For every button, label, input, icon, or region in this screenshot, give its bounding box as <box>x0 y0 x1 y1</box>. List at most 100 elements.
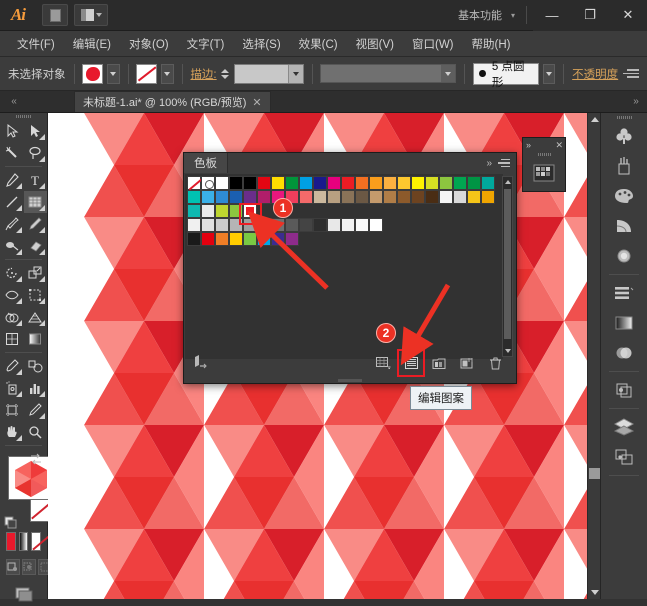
swatch-cell[interactable] <box>257 232 271 246</box>
swatches-scrollbar[interactable] <box>502 176 513 357</box>
type-tool[interactable]: T <box>24 169 48 191</box>
menu-view[interactable]: 视图(V) <box>347 32 403 56</box>
pencil-tool[interactable] <box>24 213 48 235</box>
stroke-weight-combo[interactable] <box>234 64 303 84</box>
swatch-cell[interactable] <box>397 176 411 190</box>
free-transform-tool[interactable] <box>24 284 48 306</box>
gradient-swatch-button[interactable] <box>19 532 29 551</box>
variable-width-profile-combo[interactable] <box>320 64 456 83</box>
show-swatch-kinds-menu-button[interactable] <box>374 354 392 372</box>
stroke-color-button[interactable] <box>136 64 157 84</box>
default-fill-stroke-icon[interactable] <box>4 516 18 530</box>
collapsed-panel-body[interactable] <box>523 157 565 189</box>
fill-dropdown-button[interactable] <box>107 64 119 84</box>
swatch-cell[interactable] <box>411 190 425 204</box>
direct-selection-tool[interactable] <box>24 120 48 142</box>
swatch-cell[interactable] <box>439 190 453 204</box>
swatch-cell[interactable] <box>201 176 215 190</box>
collapse-to-icons-icon[interactable]: » <box>486 158 490 169</box>
close-icon[interactable]: ✕ <box>252 96 261 109</box>
swatch-cell[interactable] <box>453 190 467 204</box>
swatch-cell[interactable] <box>215 190 229 204</box>
brush-definition-combo[interactable]: 5 点圆形 <box>473 63 539 85</box>
swatch-cell[interactable] <box>243 176 257 190</box>
stroke-weight-label[interactable]: 描边: <box>190 66 216 82</box>
swatch-cell[interactable] <box>313 176 327 190</box>
pen-tool[interactable] <box>0 169 24 191</box>
eyedropper-tool[interactable] <box>0 355 24 377</box>
panel-menu-icon[interactable] <box>496 159 510 168</box>
canvas-vertical-scrollbar[interactable] <box>587 113 600 599</box>
menu-type[interactable]: 文字(T) <box>178 32 234 56</box>
collapse-left-icon[interactable]: « <box>0 91 26 112</box>
panel-menu-icon[interactable] <box>622 69 639 78</box>
swatch-cell[interactable] <box>327 218 341 232</box>
swatch-cell[interactable] <box>397 190 411 204</box>
column-graph-tool[interactable] <box>24 377 48 399</box>
swatch-cell[interactable] <box>215 204 229 218</box>
dock-item-color-guide[interactable] <box>601 211 647 241</box>
right-dock-grip[interactable] <box>601 113 647 121</box>
delete-swatch-button[interactable] <box>486 354 504 372</box>
swatch-cell[interactable] <box>229 176 243 190</box>
color-swatch-button[interactable] <box>6 532 16 551</box>
swatch-cell[interactable] <box>243 232 257 246</box>
menu-window[interactable]: 窗口(W) <box>403 32 463 56</box>
swatch-cell[interactable] <box>285 218 299 232</box>
swatch-cell[interactable] <box>369 176 383 190</box>
swatch-cell[interactable] <box>467 190 481 204</box>
draw-behind-button[interactable] <box>22 559 36 575</box>
swatch-cell[interactable] <box>215 176 229 190</box>
stroke-dropdown-button[interactable] <box>161 64 173 84</box>
profile-dropdown[interactable] <box>441 65 455 82</box>
selection-tool[interactable] <box>0 120 24 142</box>
swatch-cell[interactable] <box>187 176 201 190</box>
swatch-cell[interactable] <box>355 218 369 232</box>
document-icon-button[interactable] <box>42 4 68 26</box>
dock-item-brushes[interactable] <box>601 121 647 151</box>
swatch-cell[interactable] <box>327 176 341 190</box>
menu-object[interactable]: 对象(O) <box>120 32 178 56</box>
swatch-cell[interactable] <box>341 218 355 232</box>
document-tab[interactable]: 未标题-1.ai* @ 100% (RGB/预览) ✕ <box>74 91 271 112</box>
workspace-chevron-icon[interactable]: ▾ <box>506 11 520 20</box>
swatch-cell[interactable] <box>201 190 215 204</box>
magic-wand-tool[interactable] <box>0 142 24 164</box>
symbol-sprayer-tool[interactable] <box>0 377 24 399</box>
eraser-tool[interactable] <box>24 235 48 257</box>
workspace-switcher-label[interactable]: 基本功能 <box>458 7 506 23</box>
panel-resize-grip[interactable] <box>339 379 362 382</box>
dock-item-transparency[interactable] <box>601 338 647 368</box>
paintbrush-tool[interactable] <box>0 213 24 235</box>
gradient-tool[interactable] <box>24 328 48 350</box>
lasso-tool[interactable] <box>24 142 48 164</box>
scroll-down-icon[interactable] <box>591 590 599 595</box>
swatch-cell[interactable] <box>425 190 439 204</box>
scroll-up-icon[interactable] <box>505 180 511 184</box>
swatch-cell[interactable] <box>481 190 495 204</box>
zoom-tool[interactable] <box>24 421 48 443</box>
dock-item-artboards[interactable] <box>601 442 647 472</box>
dock-item-color[interactable] <box>601 181 647 211</box>
swatch-cell[interactable] <box>215 218 229 232</box>
draw-normal-button[interactable] <box>6 559 20 575</box>
collapsed-swatches-panel[interactable]: » ✕ <box>522 137 566 192</box>
toolbox-grip[interactable] <box>0 113 47 120</box>
swatch-cell[interactable] <box>187 204 201 218</box>
swatch-cell[interactable] <box>299 218 313 232</box>
swatch-cell[interactable] <box>313 190 327 204</box>
close-icon[interactable]: ✕ <box>555 140 562 151</box>
swatch-cell[interactable] <box>201 204 215 218</box>
swatch-cell[interactable] <box>215 232 229 246</box>
swatch-cell[interactable] <box>201 218 215 232</box>
rotate-tool[interactable] <box>0 262 24 284</box>
swatch-cell[interactable] <box>411 176 425 190</box>
swatch-cell[interactable] <box>383 176 397 190</box>
swatch-cell[interactable] <box>257 190 271 204</box>
brush-dropdown-button[interactable] <box>543 64 555 84</box>
dock-item-pathfinder[interactable] <box>601 375 647 405</box>
swatch-cell[interactable] <box>453 176 467 190</box>
menu-select[interactable]: 选择(S) <box>233 32 289 56</box>
swatch-cell[interactable] <box>271 176 285 190</box>
swatch-cell[interactable] <box>355 176 369 190</box>
